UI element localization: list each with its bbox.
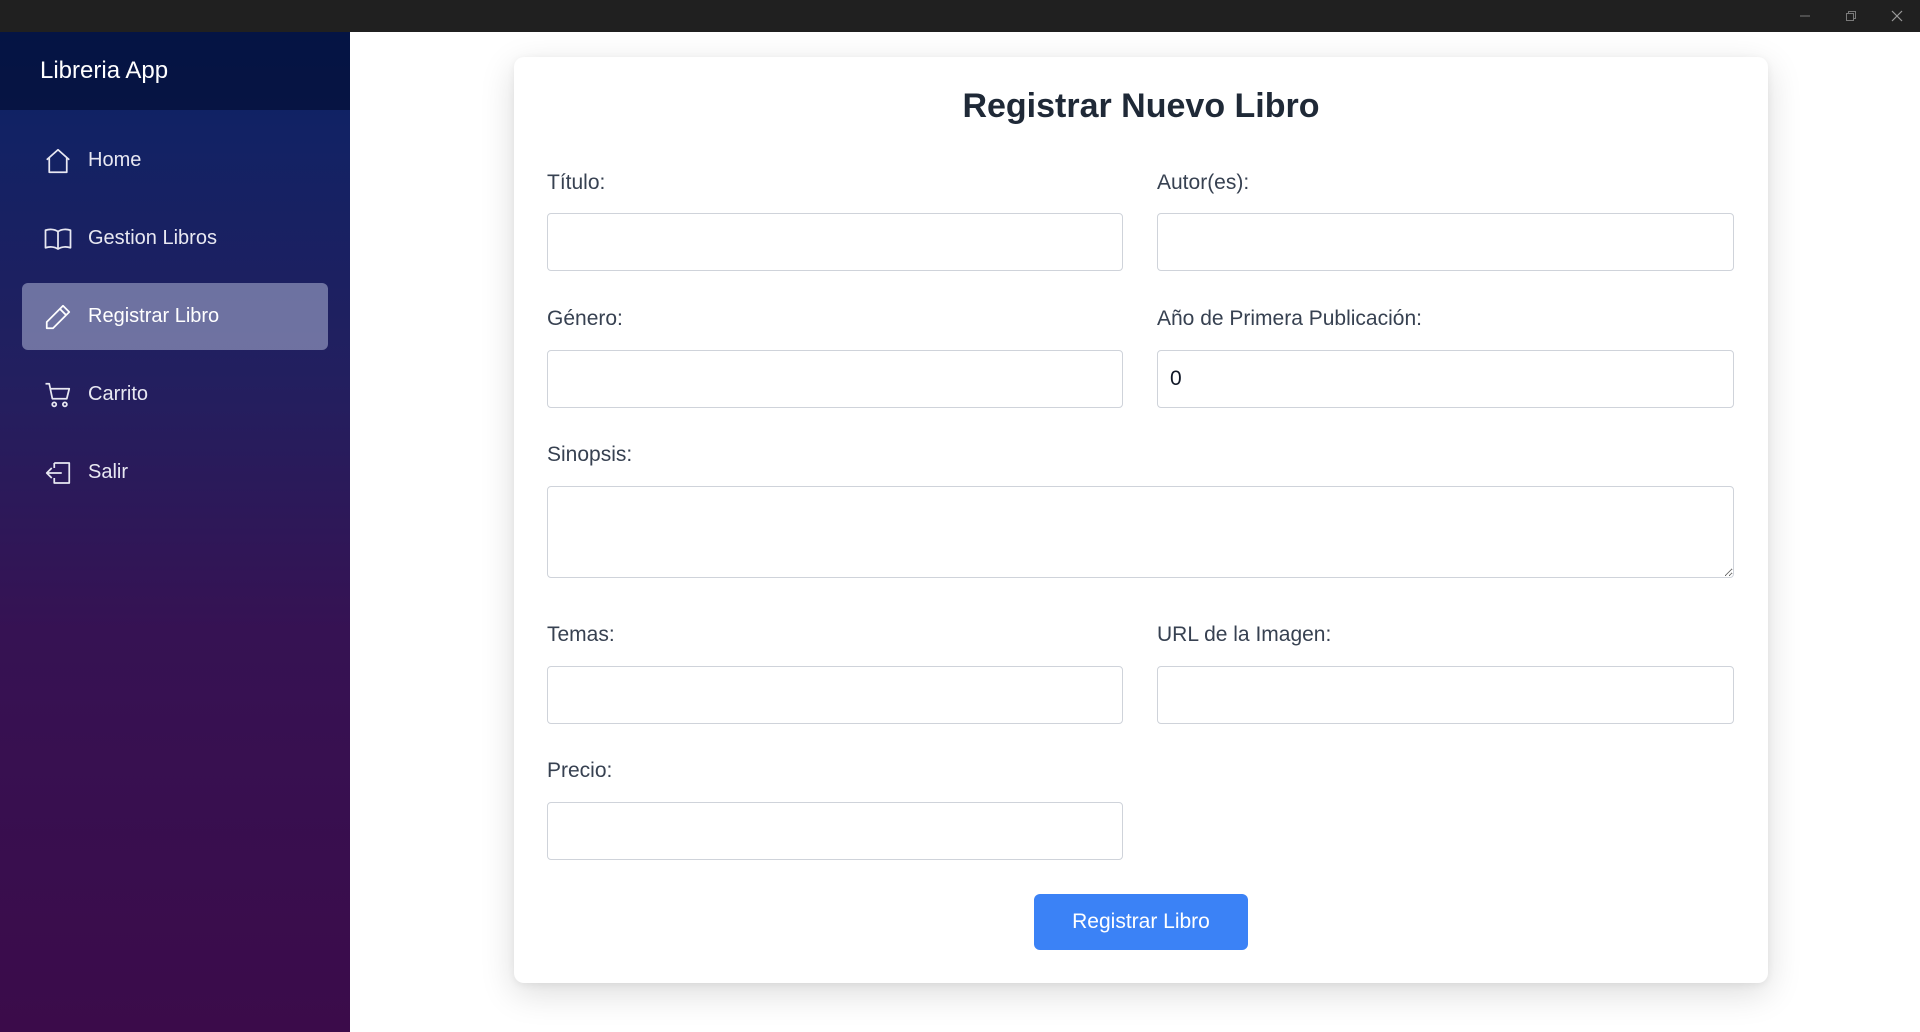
book-icon: [42, 223, 74, 255]
sidebar-item-registrar-libro[interactable]: Registrar Libro: [22, 283, 328, 350]
close-icon[interactable]: [1874, 0, 1920, 32]
register-book-form: Registrar Nuevo Libro Título: Autor(es):…: [514, 57, 1768, 983]
window-titlebar: [0, 0, 1920, 32]
autores-input[interactable]: [1157, 213, 1734, 271]
sidebar-item-label: Carrito: [88, 383, 149, 405]
app-title: Libreria App: [40, 57, 169, 84]
temas-label: Temas:: [547, 623, 615, 646]
sidebar-item-salir[interactable]: Salir: [22, 439, 328, 506]
anio-label: Año de Primera Publicación:: [1157, 307, 1422, 330]
sinopsis-label: Sinopsis:: [547, 443, 633, 466]
registrar-libro-button[interactable]: Registrar Libro: [1034, 894, 1248, 950]
sidebar-item-home[interactable]: Home: [22, 127, 328, 194]
temas-input[interactable]: [547, 666, 1123, 724]
home-icon: [42, 145, 74, 177]
sidebar-item-label: Salir: [88, 461, 129, 483]
sidebar: Libreria App Home Gestion Libros Registr…: [0, 32, 350, 1032]
cart-icon: [42, 379, 74, 411]
autores-label: Autor(es):: [1157, 171, 1250, 194]
form-title: Registrar Nuevo Libro: [962, 87, 1320, 125]
precio-label: Precio:: [547, 759, 613, 782]
sidebar-item-carrito[interactable]: Carrito: [22, 361, 328, 428]
anio-input[interactable]: [1157, 350, 1734, 408]
genero-input[interactable]: [547, 350, 1123, 408]
genero-label: Género:: [547, 307, 623, 330]
url-imagen-input[interactable]: [1157, 666, 1734, 724]
sidebar-item-label: Gestion Libros: [88, 227, 217, 249]
app-brand: Libreria App: [0, 32, 350, 110]
sidebar-item-label: Registrar Libro: [88, 305, 220, 327]
minimize-icon[interactable]: [1782, 0, 1828, 32]
pencil-icon: [42, 301, 74, 333]
titulo-label: Título:: [547, 171, 606, 194]
logout-icon: [42, 457, 74, 489]
titulo-input[interactable]: [547, 213, 1123, 271]
url-imagen-label: URL de la Imagen:: [1157, 623, 1332, 646]
precio-input[interactable]: [547, 802, 1123, 860]
sinopsis-textarea[interactable]: [547, 486, 1734, 578]
sidebar-nav: Home Gestion Libros Registrar Libro Carr…: [0, 110, 350, 506]
restore-icon[interactable]: [1828, 0, 1874, 32]
sidebar-item-label: Home: [88, 149, 142, 171]
sidebar-item-gestion-libros[interactable]: Gestion Libros: [22, 205, 328, 272]
